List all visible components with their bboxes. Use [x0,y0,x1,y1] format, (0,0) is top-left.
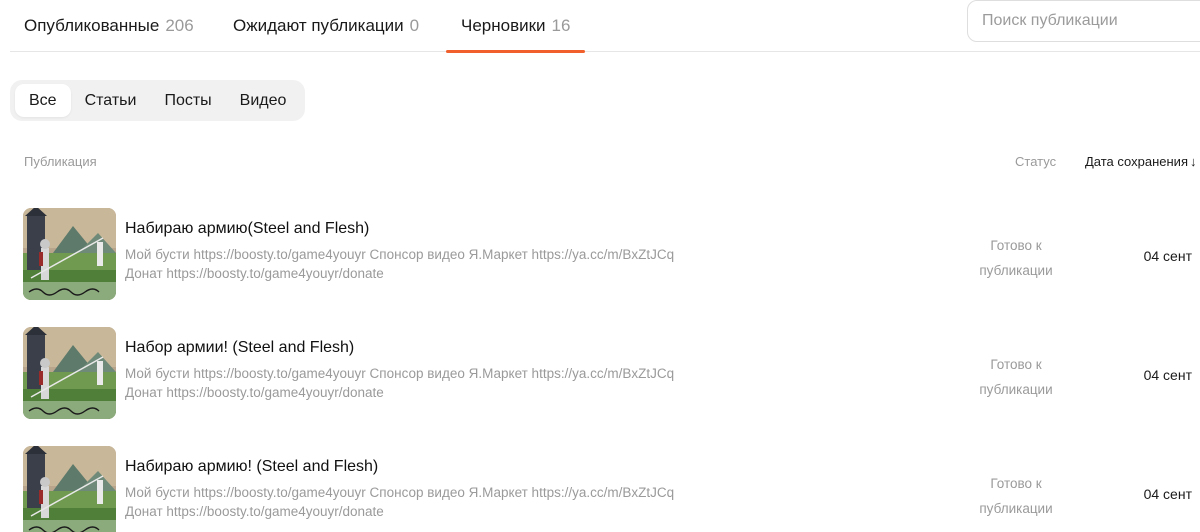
filter-articles[interactable]: Статьи [71,84,151,117]
column-header-status: Статус [1015,154,1057,169]
filter-posts[interactable]: Посты [150,84,225,117]
tab-count: 0 [409,16,420,35]
filter-video[interactable]: Видео [226,84,301,117]
publication-title[interactable]: Набираю армию(Steel and Flesh) [125,220,369,238]
column-header-date-label: Дата сохранения [1085,154,1188,169]
publication-description-line: Мой бусти https://boosty.to/game4youyr С… [125,366,675,381]
status-line: Готово к [990,476,1042,491]
status-label: Готово к публикации [970,352,1062,402]
tab-count: 16 [551,16,571,35]
publication-description-line: Донат https://boosty.to/game4youyr/donat… [125,266,384,281]
table-row[interactable]: Набор армии! (Steel and Flesh) Мой бусти… [0,327,1200,427]
video-thumbnail[interactable] [23,446,116,532]
tab-drafts[interactable]: Черновики 16 [446,0,586,53]
publication-description-line: Донат https://boosty.to/game4youyr/donat… [125,504,384,519]
publication-description-line: Мой бусти https://boosty.to/game4youyr С… [125,247,675,262]
publication-description-line: Донат https://boosty.to/game4youyr/donat… [125,385,384,400]
column-header-publication: Публикация [24,154,97,169]
search-input[interactable] [982,12,1200,30]
status-line: публикации [979,501,1053,516]
tab-label: Опубликованные [24,16,160,35]
saved-date: 04 сент [1143,367,1192,383]
tab-published[interactable]: Опубликованные 206 [24,0,194,52]
status-line: публикации [979,263,1053,278]
publication-title[interactable]: Набор армии! (Steel and Flesh) [125,339,354,357]
publication-title[interactable]: Набираю армию! (Steel and Flesh) [125,458,378,476]
status-label: Готово к публикации [970,233,1062,283]
filter-all[interactable]: Все [15,84,71,117]
saved-date: 04 сент [1143,248,1192,264]
status-line: Готово к [990,357,1042,372]
tab-label: Черновики [461,16,546,35]
content-type-filter: Все Статьи Посты Видео [10,80,306,121]
table-row[interactable]: Набираю армию! (Steel and Flesh) Мой бус… [0,446,1200,532]
arrow-down-icon: ↓ [1189,154,1197,169]
search-box [967,0,1200,42]
status-line: Готово к [990,238,1042,253]
tab-pending[interactable]: Ожидают публикации 0 [233,0,419,52]
status-label: Готово к публикации [970,471,1062,521]
video-thumbnail[interactable] [23,327,116,419]
publication-description-line: Мой бусти https://boosty.to/game4youyr С… [125,485,675,500]
table-row[interactable]: Набираю армию(Steel and Flesh) Мой бусти… [0,208,1200,308]
video-thumbnail[interactable] [23,208,116,300]
column-header-date[interactable]: Дата сохранения ↓ [1085,154,1196,169]
tab-label: Ожидают публикации [233,16,404,35]
saved-date: 04 сент [1143,486,1192,502]
tab-count: 206 [165,16,194,35]
status-line: публикации [979,382,1053,397]
